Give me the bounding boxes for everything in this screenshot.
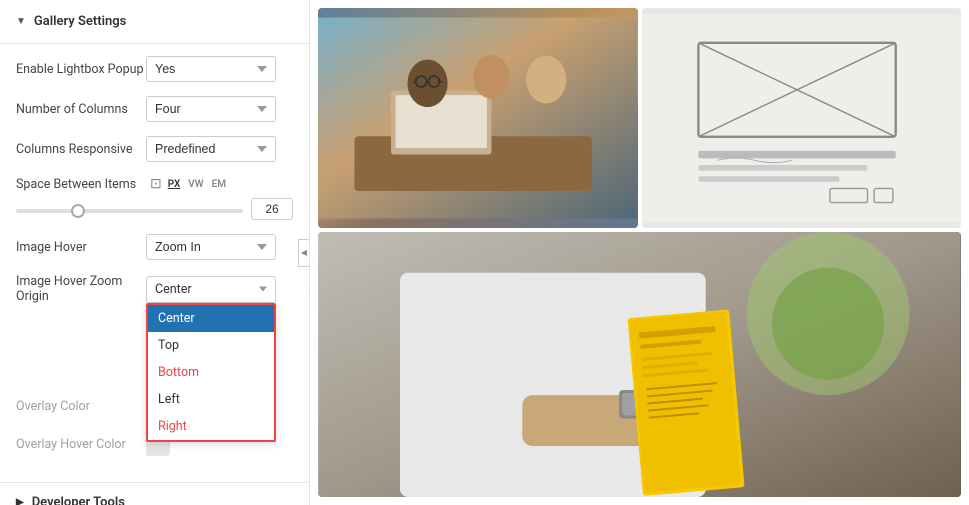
lightbox-label: Enable Lightbox Popup — [16, 62, 146, 77]
collapse-icon: ◀ — [301, 248, 307, 257]
section-title: Gallery Settings — [34, 14, 126, 29]
responsive-row: Columns Responsive Predefined Custom — [16, 136, 293, 162]
columns-row: Number of Columns Four One Two Three — [16, 96, 293, 122]
slider-row: 26 — [16, 198, 293, 220]
lightbox-select[interactable]: Yes No — [146, 56, 276, 82]
overlay-hover-label: Overlay Hover Color — [16, 437, 146, 452]
section-collapse-icon: ▼ — [16, 16, 26, 27]
hover-label: Image Hover — [16, 240, 146, 255]
space-label: Space Between Items — [16, 177, 146, 192]
hover-origin-option-list: Center Top Bottom Left Right — [146, 303, 276, 442]
dev-tools-label: Developer Tools — [32, 495, 125, 505]
gallery-image-1-svg — [318, 8, 638, 228]
unit-buttons: PX VW EM — [166, 178, 228, 191]
gallery-image-1 — [318, 8, 638, 228]
arrow-indicator: ← — [305, 278, 310, 299]
space-value-input[interactable]: 26 — [251, 198, 293, 220]
space-slider-wrapper — [16, 202, 243, 217]
unit-em[interactable]: EM — [210, 178, 228, 191]
unit-px[interactable]: PX — [166, 178, 183, 191]
dev-tools-arrow: ▶ — [16, 497, 24, 505]
columns-control: Four One Two Three — [146, 96, 293, 122]
gallery-image-2-svg — [642, 8, 962, 228]
gallery-image-2 — [642, 8, 962, 228]
hover-origin-row: Image Hover Zoom Origin Center Center To… — [16, 274, 293, 304]
gallery-image-3-svg — [318, 232, 961, 497]
hover-origin-label: Image Hover Zoom Origin — [16, 274, 146, 304]
gallery-settings-header[interactable]: ▼ Gallery Settings — [0, 0, 309, 44]
settings-body: Enable Lightbox Popup Yes No Number of C… — [0, 44, 309, 482]
hover-select[interactable]: Zoom In Zoom Out None — [146, 234, 276, 260]
space-row-top: Space Between Items ⊡ PX VW EM — [16, 176, 293, 192]
dev-tools-header[interactable]: ▶ Developer Tools — [0, 482, 309, 505]
option-right[interactable]: Right — [148, 413, 274, 440]
space-slider[interactable] — [16, 209, 243, 213]
option-top[interactable]: Top — [148, 332, 274, 359]
columns-select[interactable]: Four One Two Three — [146, 96, 276, 122]
hover-origin-value: Center — [155, 282, 192, 297]
unit-vw[interactable]: VW — [186, 178, 205, 191]
hover-origin-dropdown-wrapper: Center Center Top Bottom Left Right — [146, 276, 276, 303]
lightbox-row: Enable Lightbox Popup Yes No — [16, 56, 293, 82]
gallery-top-row — [318, 8, 961, 228]
gallery-image-3 — [318, 232, 961, 497]
hover-origin-dropdown[interactable]: Center — [146, 276, 276, 303]
option-bottom[interactable]: Bottom — [148, 359, 274, 386]
option-center[interactable]: Center — [148, 305, 274, 332]
hover-row: Image Hover Zoom In Zoom Out None — [16, 234, 293, 260]
panel-collapse-handle[interactable]: ◀ — [298, 239, 310, 267]
option-left[interactable]: Left — [148, 386, 274, 413]
settings-panel: ▼ Gallery Settings Enable Lightbox Popup… — [0, 0, 310, 505]
responsive-control: Predefined Custom — [146, 136, 293, 162]
responsive-select[interactable]: Predefined Custom — [146, 136, 276, 162]
responsive-label: Columns Responsive — [16, 142, 146, 157]
gallery-preview — [310, 0, 969, 505]
space-row: Space Between Items ⊡ PX VW EM 26 — [16, 176, 293, 220]
columns-label: Number of Columns — [16, 102, 146, 117]
hover-control: Zoom In Zoom Out None — [146, 234, 293, 260]
monitor-icon: ⊡ — [150, 176, 162, 192]
lightbox-control: Yes No — [146, 56, 293, 82]
hover-origin-control: Center Center Top Bottom Left Right ← — [146, 276, 293, 303]
overlay-label: Overlay Color — [16, 399, 146, 414]
